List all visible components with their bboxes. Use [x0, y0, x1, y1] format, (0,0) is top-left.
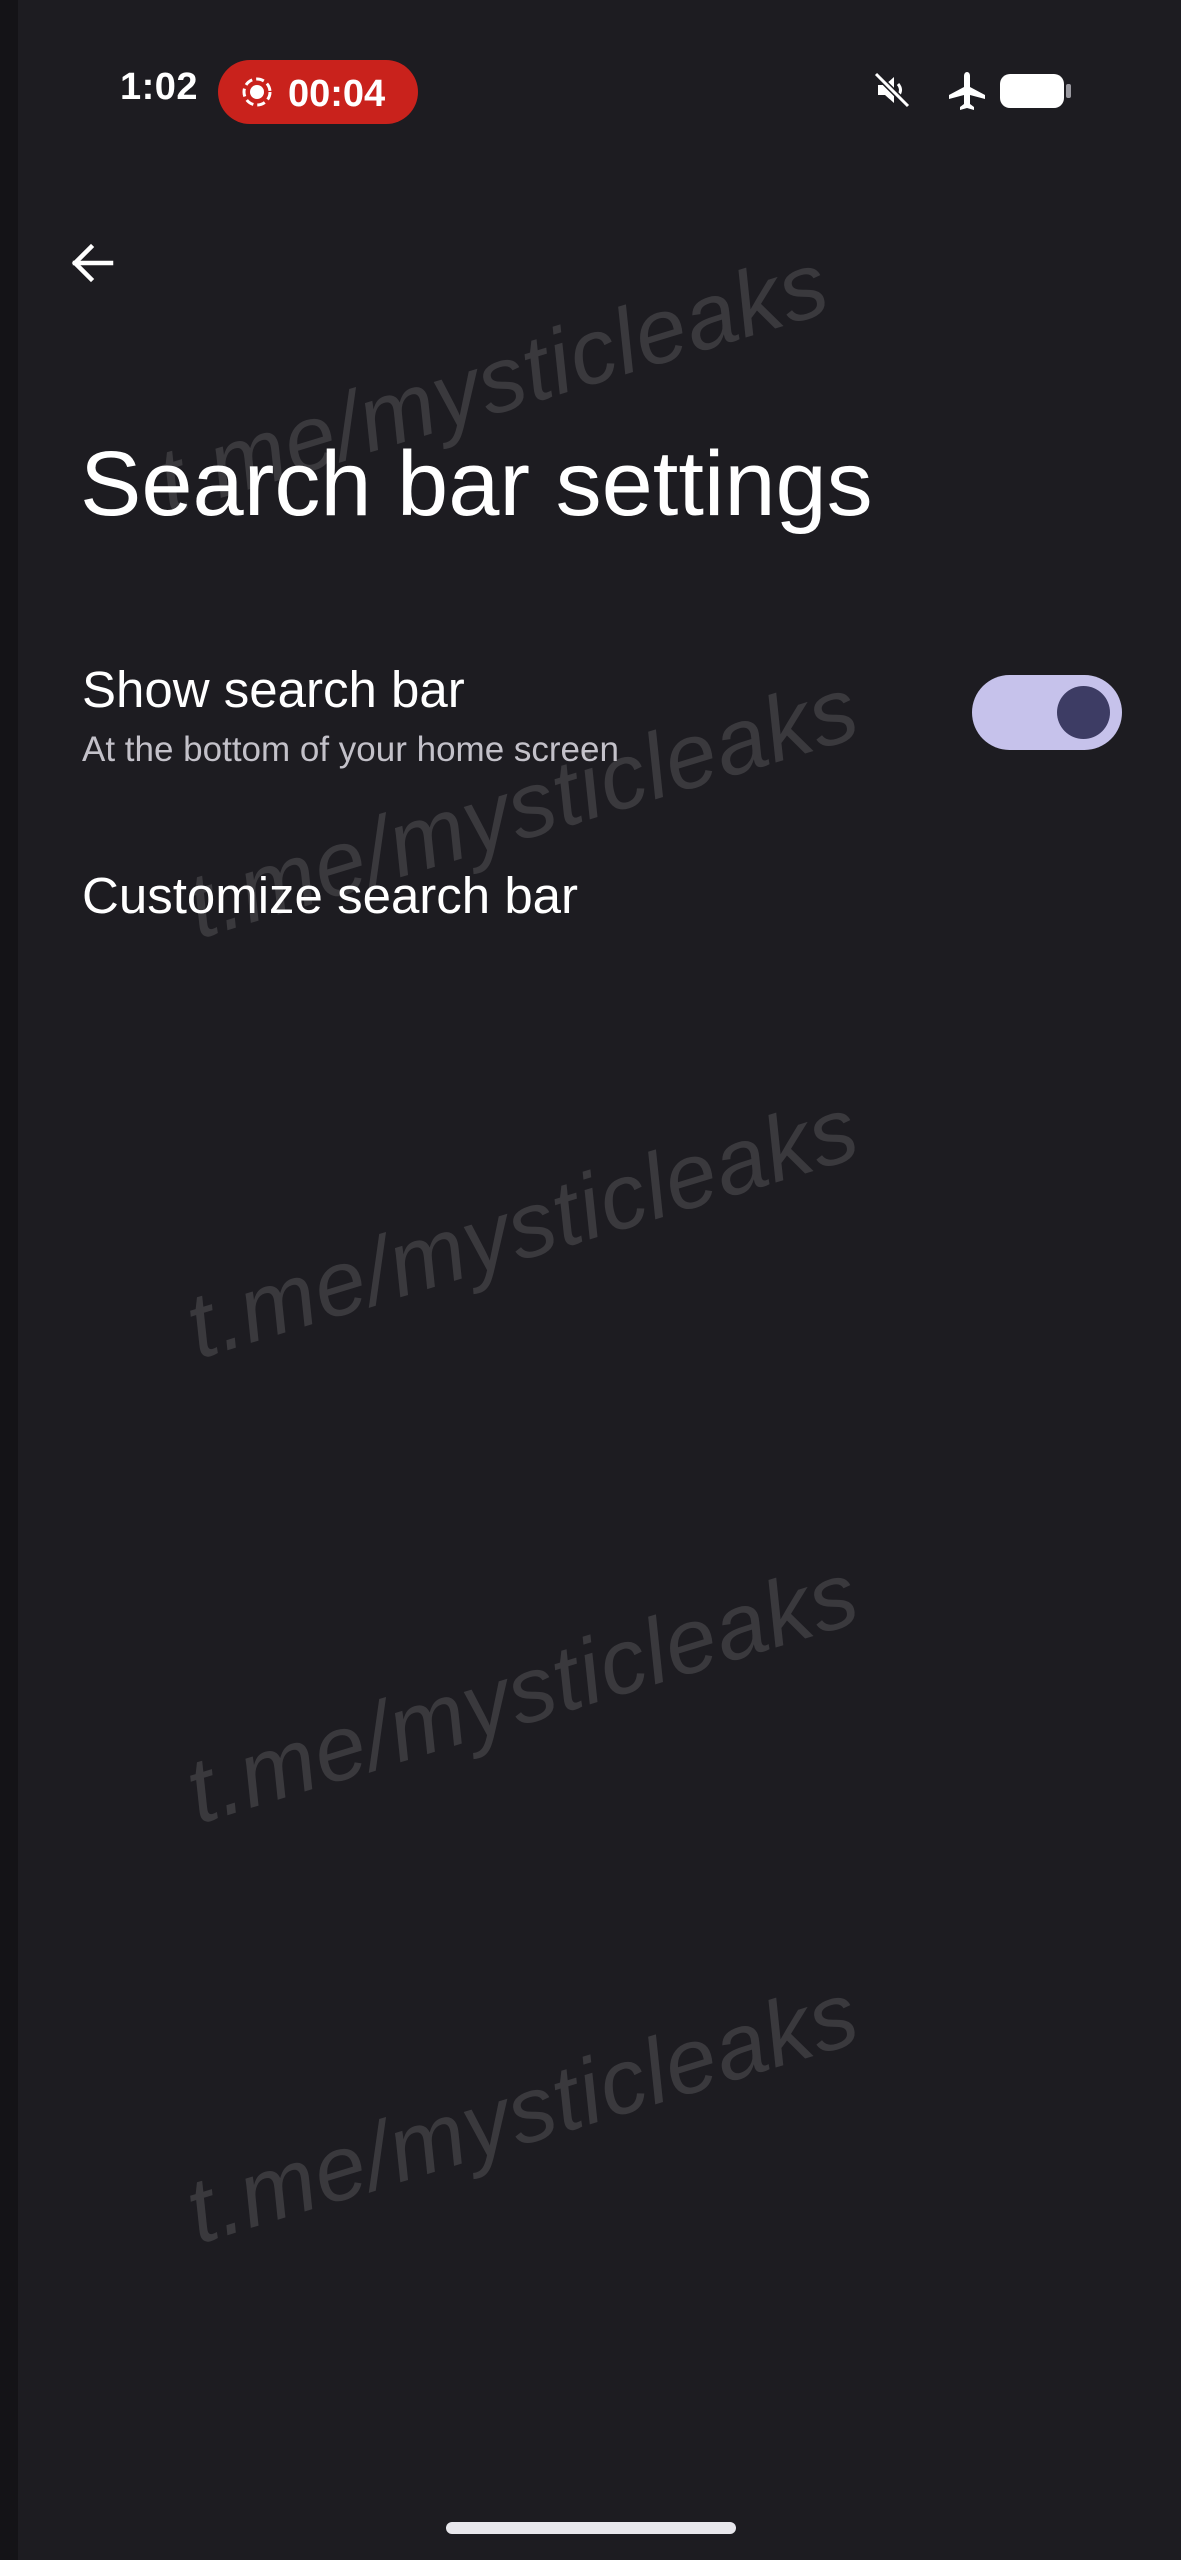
home-gesture-bar[interactable]	[446, 2522, 736, 2534]
screen-edge	[0, 0, 18, 2560]
watermark-text: t.me/mysticleaks	[174, 1077, 870, 1379]
arrow-left-icon	[71, 243, 114, 283]
search-bar-settings-screen: 1:02 00:04 Search bar settings Show sear…	[0, 0, 1181, 2560]
airplane-icon	[949, 72, 985, 110]
battery-icon	[1000, 74, 1071, 108]
mute-icon	[873, 71, 911, 109]
status-clock: 1:02	[120, 66, 199, 108]
show-search-bar-summary: At the bottom of your home screen	[82, 730, 619, 769]
watermark-text: t.me/mysticleaks	[174, 1542, 870, 1844]
recording-timer: 00:04	[288, 73, 386, 115]
customize-search-bar-row[interactable]: Customize search bar	[0, 850, 1181, 950]
customize-search-bar-title: Customize search bar	[82, 867, 579, 924]
back-button[interactable]	[58, 228, 128, 298]
watermark-text: t.me/mysticleaks	[174, 1962, 870, 2264]
screen-recording-chip[interactable]: 00:04	[218, 60, 418, 124]
show-search-bar-title: Show search bar	[82, 661, 465, 718]
record-icon	[242, 77, 272, 107]
page-title: Search bar settings	[80, 433, 873, 535]
status-bar: 1:02 00:04	[0, 0, 1181, 180]
show-search-bar-toggle[interactable]	[972, 675, 1122, 750]
toggle-thumb	[1057, 686, 1110, 739]
